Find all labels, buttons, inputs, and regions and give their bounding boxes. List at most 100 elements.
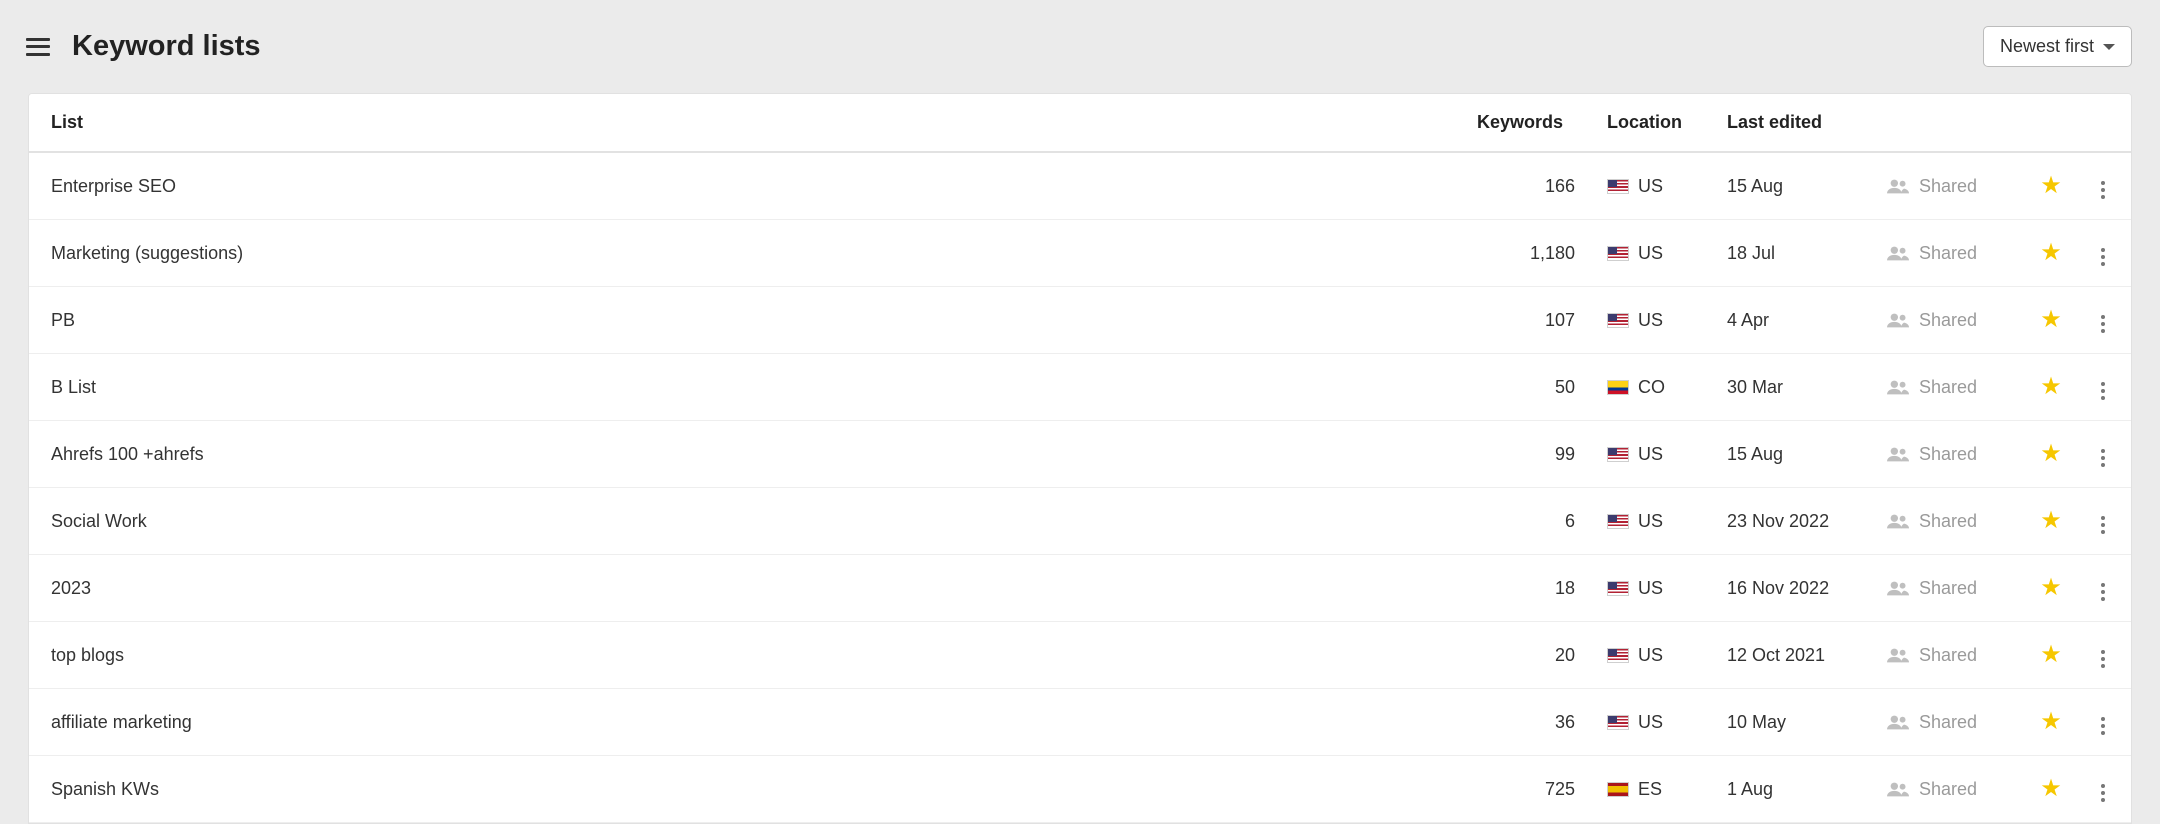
star-icon[interactable]: ★ — [2040, 708, 2062, 735]
star-icon[interactable]: ★ — [2040, 775, 2062, 802]
star-cell: ★ — [2021, 622, 2081, 689]
flag-icon — [1607, 246, 1629, 261]
star-cell: ★ — [2021, 152, 2081, 220]
star-cell: ★ — [2021, 354, 2081, 421]
table-row[interactable]: Social Work6US23 Nov 2022Shared★ — [29, 488, 2131, 555]
flag-icon — [1607, 648, 1629, 663]
shared-cell: Shared — [1871, 756, 2021, 823]
column-header-star — [2021, 94, 2081, 152]
table-row[interactable]: top blogs20US12 Oct 2021 Shared ★ — [29, 622, 2131, 689]
kebab-menu-icon[interactable] — [2097, 512, 2109, 538]
people-icon — [1887, 446, 1909, 462]
table-row[interactable]: Marketing (suggestions)1,180US18 JulShar… — [29, 220, 2131, 287]
row-menu-cell — [2081, 220, 2131, 287]
chevron-down-icon — [2103, 44, 2115, 50]
shared-cell: Shared — [1871, 488, 2021, 555]
sort-button[interactable]: Newest first — [1983, 26, 2132, 67]
location-cell: US — [1591, 488, 1711, 555]
kebab-menu-icon[interactable] — [2097, 646, 2109, 672]
location-cell: ES — [1591, 756, 1711, 823]
page-header: Keyword lists Newest first — [0, 0, 2160, 93]
keywords-count: 1,180 — [1461, 220, 1591, 287]
list-name[interactable]: affiliate marketing — [29, 689, 1461, 756]
list-name[interactable]: Social Work — [29, 488, 1461, 555]
star-icon[interactable]: ★ — [2040, 239, 2062, 266]
flag-icon — [1607, 179, 1629, 194]
column-header-lastedited[interactable]: Last edited — [1711, 94, 1871, 152]
location-cell: US — [1591, 152, 1711, 220]
table-row[interactable]: PB107US4 Apr Shared ★ — [29, 287, 2131, 354]
list-name[interactable]: Spanish KWs — [29, 756, 1461, 823]
shared-cell: Shared — [1871, 354, 2021, 421]
row-menu-cell — [2081, 354, 2131, 421]
star-icon[interactable]: ★ — [2040, 373, 2062, 400]
table-row[interactable]: affiliate marketing36US10 MayShared★ — [29, 689, 2131, 756]
star-cell: ★ — [2021, 756, 2081, 823]
kebab-menu-icon[interactable] — [2097, 244, 2109, 270]
people-icon — [1887, 647, 1909, 663]
flag-icon — [1607, 380, 1629, 395]
last-edited: 1 Aug — [1711, 756, 1871, 823]
shared-label: Shared — [1919, 511, 1977, 532]
flag-icon — [1607, 447, 1629, 462]
kebab-menu-icon[interactable] — [2097, 780, 2109, 806]
list-name[interactable]: B List — [29, 354, 1461, 421]
table-row[interactable]: Spanish KWs725ES1 AugShared★ — [29, 756, 2131, 823]
last-edited: 23 Nov 2022 — [1711, 488, 1871, 555]
list-name[interactable]: Ahrefs 100 +ahrefs — [29, 421, 1461, 488]
kebab-menu-icon[interactable] — [2097, 378, 2109, 404]
keywords-count: 166 — [1461, 152, 1591, 220]
column-header-location[interactable]: Location — [1591, 94, 1711, 152]
menu-icon[interactable] — [26, 38, 50, 56]
shared-label: Shared — [1919, 176, 1977, 197]
table-body: Enterprise SEO166US15 AugShared★Marketin… — [29, 152, 2131, 823]
location-cell: US — [1591, 622, 1711, 689]
people-icon — [1887, 178, 1909, 194]
list-name[interactable]: top blogs — [29, 622, 1461, 689]
row-menu-cell — [2081, 555, 2131, 622]
last-edited: 4 Apr — [1711, 287, 1871, 354]
shared-label: Shared — [1919, 645, 1977, 666]
flag-icon — [1607, 581, 1629, 596]
keywords-count: 20 — [1461, 622, 1591, 689]
star-icon[interactable]: ★ — [2040, 574, 2062, 601]
star-icon[interactable]: ★ — [2040, 641, 2062, 668]
last-edited: 12 Oct 2021 — [1711, 622, 1871, 689]
list-name[interactable]: 2023 — [29, 555, 1461, 622]
country-code: ES — [1638, 779, 1662, 799]
country-code: US — [1638, 444, 1663, 464]
list-name[interactable]: Enterprise SEO — [29, 152, 1461, 220]
shared-cell: Shared — [1871, 622, 2021, 689]
keyword-lists-table: List Keywords Location Last edited Enter… — [29, 94, 2131, 823]
table-row[interactable]: Ahrefs 100 +ahrefs99US15 AugShared★ — [29, 421, 2131, 488]
kebab-menu-icon[interactable] — [2097, 177, 2109, 203]
shared-label: Shared — [1919, 310, 1977, 331]
kebab-menu-icon[interactable] — [2097, 311, 2109, 337]
people-icon — [1887, 513, 1909, 529]
star-icon[interactable]: ★ — [2040, 440, 2062, 467]
table-row[interactable]: 202318US16 Nov 2022Shared★ — [29, 555, 2131, 622]
table-row[interactable]: Enterprise SEO166US15 AugShared★ — [29, 152, 2131, 220]
keywords-count: 107 — [1461, 287, 1591, 354]
star-cell: ★ — [2021, 220, 2081, 287]
last-edited: 10 May — [1711, 689, 1871, 756]
location-cell: US — [1591, 287, 1711, 354]
star-icon[interactable]: ★ — [2040, 306, 2062, 333]
page-root: Keyword lists Newest first List Keywords… — [0, 0, 2160, 824]
kebab-menu-icon[interactable] — [2097, 713, 2109, 739]
kebab-menu-icon[interactable] — [2097, 445, 2109, 471]
page-title: Keyword lists — [72, 30, 261, 63]
column-header-keywords[interactable]: Keywords — [1461, 94, 1591, 152]
list-name[interactable]: PB — [29, 287, 1461, 354]
table-row[interactable]: B List50CO30 MarShared★ — [29, 354, 2131, 421]
kebab-menu-icon[interactable] — [2097, 579, 2109, 605]
star-icon[interactable]: ★ — [2040, 507, 2062, 534]
star-icon[interactable]: ★ — [2040, 172, 2062, 199]
list-name[interactable]: Marketing (suggestions) — [29, 220, 1461, 287]
shared-label: Shared — [1919, 377, 1977, 398]
location-cell: CO — [1591, 354, 1711, 421]
column-header-shared — [1871, 94, 2021, 152]
row-menu-cell — [2081, 689, 2131, 756]
column-header-list[interactable]: List — [29, 94, 1461, 152]
shared-cell: Shared — [1871, 220, 2021, 287]
